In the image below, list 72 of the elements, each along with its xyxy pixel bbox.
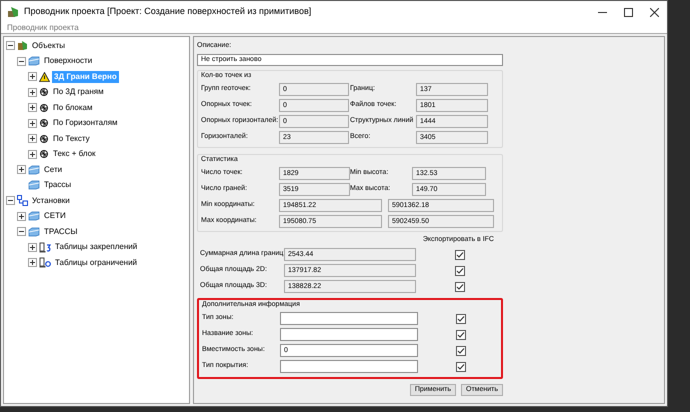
expand-toggle[interactable] [17,165,26,174]
expand-toggle[interactable] [28,258,37,268]
tree-item[interactable]: Поверхности [42,55,94,68]
tree-item[interactable]: Трассы [42,179,74,192]
tree-item[interactable]: Сети [42,164,64,176]
app-icon [7,6,19,18]
tree-item[interactable]: По блокам [51,102,94,114]
tree-item[interactable]: По Тексту [51,132,92,145]
folder-icon [28,164,40,175]
tree-item[interactable]: По Горизонталям [51,117,120,130]
close-icon [650,8,658,16]
expand-toggle[interactable] [28,88,37,97]
network-icon [39,118,49,128]
table-icon [39,242,51,253]
collapse-toggle[interactable] [6,41,15,50]
plus-icon [30,90,35,95]
plus-icon [30,105,35,110]
checkbox[interactable] [456,346,466,356]
network-icon [39,149,49,160]
checkbox[interactable] [455,266,465,276]
network-icon [39,102,49,113]
expand-toggle[interactable] [28,118,37,128]
maximize-icon [624,8,632,16]
input-field[interactable] [280,328,418,341]
network-icon [39,134,49,144]
network-icon [39,87,49,98]
expand-toggle[interactable] [28,72,37,82]
plus-icon [19,214,24,219]
expand-toggle[interactable] [28,134,37,144]
plus-icon [30,120,35,126]
warning-icon [39,72,50,82]
plus-icon [30,260,35,266]
folder-icon [28,226,40,237]
collapse-toggle[interactable] [17,56,26,66]
checkbox[interactable] [456,314,466,324]
expand-toggle[interactable] [28,242,37,252]
folder-icon [28,56,40,66]
checkbox[interactable] [456,330,466,340]
collapse-toggle[interactable] [17,227,26,236]
folder-icon [28,211,40,222]
collapse-toggle[interactable] [6,196,15,206]
minus-icon [8,43,13,48]
tree-item[interactable]: СЕТИ [42,210,68,222]
tree-item[interactable]: Установки [30,194,72,207]
tree-item[interactable]: Таблицы закреплений [53,241,140,254]
tree-item[interactable]: По 3Д граням [51,86,106,98]
checkbox[interactable] [456,362,466,372]
objects-icon [17,40,28,52]
tree-item[interactable]: Текс + блок [51,148,98,160]
menu-item[interactable]: Проводник проекта [7,22,79,34]
settings-icon [17,195,28,206]
folder-icon [28,180,40,190]
tree-item[interactable]: Объекты [30,40,67,52]
expand-toggle[interactable] [17,212,26,221]
input-field[interactable] [280,360,418,373]
checkbox[interactable] [455,250,465,260]
tree-item[interactable]: ТРАССЫ [42,226,80,238]
table-icon [39,257,51,268]
plus-icon [30,152,35,157]
plus-icon [30,74,35,80]
expand-toggle[interactable] [28,103,37,112]
window-title: Проводник проекта [Проект: Создание поверхностей из примитивов] [24,5,312,18]
tree-item[interactable]: Таблицы ограничений [53,256,140,269]
plus-icon [19,167,24,172]
plus-icon [30,244,35,250]
minus-icon [8,198,13,204]
plus-icon [30,136,35,142]
expand-toggle[interactable] [28,150,37,159]
checkbox[interactable] [455,282,465,292]
input-field[interactable] [280,312,418,325]
minus-icon [19,229,24,234]
minus-icon [19,58,24,64]
